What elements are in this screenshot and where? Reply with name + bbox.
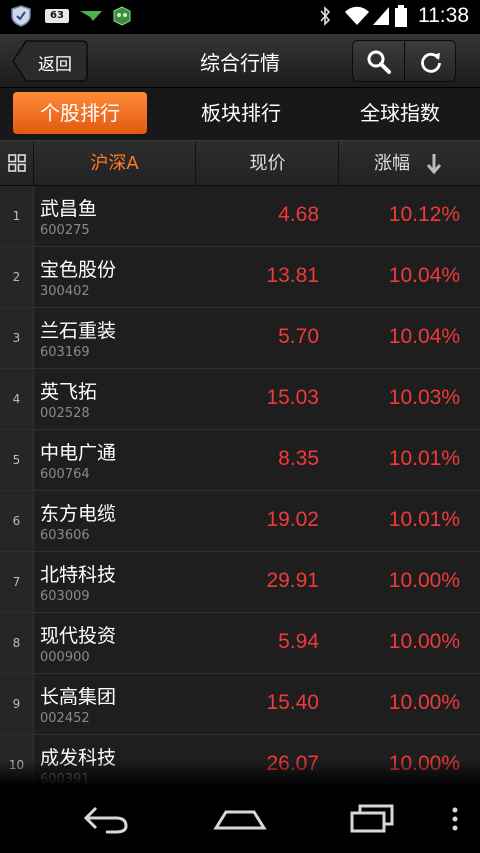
stock-row[interactable]: 2 宝色股份 300402 13.81 10.04% [0,247,480,308]
stock-price: 8.35 [278,447,319,470]
price-column-header[interactable]: 现价 [197,141,339,186]
refresh-icon [421,52,441,73]
stock-price: 5.70 [278,325,319,348]
stock-name: 兰石重装 [40,320,117,342]
stock-row[interactable]: 4 英飞拓 002528 15.03 10.03% [0,369,480,430]
bluetooth-icon [320,6,331,26]
change-column-label: 涨幅 [374,153,410,174]
market-selector[interactable]: 沪深A [34,141,196,186]
stock-row[interactable]: 9 长高集团 002452 15.40 10.00% [0,674,480,735]
stock-change: 10.00% [388,691,460,714]
stock-change: 10.01% [388,447,460,470]
battery-icon [395,5,407,27]
shield-icon [11,5,31,27]
row-index: 1 [0,186,34,246]
stock-code: 002528 [40,406,90,421]
stock-price: 19.02 [266,508,319,531]
search-icon [367,50,391,74]
stock-row[interactable]: 1 武昌鱼 600275 4.68 10.12% [0,186,480,247]
row-index: 6 [0,491,34,551]
search-button[interactable] [353,41,405,81]
row-index: 8 [0,613,34,673]
notification-badge: 63 [45,9,69,23]
wifi-icon [345,6,369,25]
stock-price: 4.68 [278,203,319,226]
stock-name: 长高集团 [40,686,117,708]
nav-menu-icon[interactable] [450,804,460,834]
row-index: 7 [0,552,34,612]
stock-name: 东方电缆 [40,503,117,525]
stock-price: 15.40 [266,691,319,714]
list-fade-overlay [0,760,480,786]
stock-price: 29.91 [266,569,319,592]
row-index: 2 [0,247,34,307]
stock-row[interactable]: 3 兰石重装 603169 5.70 10.04% [0,308,480,369]
stock-name: 宝色股份 [40,259,117,281]
signal-icon [373,7,389,25]
stock-row[interactable]: 7 北特科技 603009 29.91 10.00% [0,552,480,613]
bird-icon [80,11,102,21]
nav-home-icon[interactable] [212,804,268,834]
stock-code: 000900 [40,650,90,665]
tab-bar: 个股排行 板块排行 全球指数 [0,88,480,140]
tab-stock-ranking[interactable]: 个股排行 [13,92,147,134]
stock-price: 13.81 [266,264,319,287]
title-bar: 返回 综合行情 [0,34,480,88]
stock-code: 300402 [40,284,90,299]
stock-row[interactable]: 6 东方电缆 603606 19.02 10.01% [0,491,480,552]
stock-price: 5.94 [278,630,319,653]
stock-change: 10.12% [388,203,460,226]
refresh-button[interactable] [405,41,457,81]
stock-change: 10.01% [388,508,460,531]
stock-code: 002452 [40,711,90,726]
stock-change: 10.03% [388,386,460,409]
status-time: 11:38 [418,4,469,27]
stock-change: 10.04% [388,325,460,348]
stock-code: 600275 [40,223,90,238]
stock-price: 15.03 [266,386,319,409]
status-bar: 63 11:38 [0,0,480,34]
stock-name: 中电广通 [40,442,117,464]
tab-sector-ranking[interactable]: 板块排行 [166,92,316,134]
nav-recent-apps-icon[interactable] [348,804,396,834]
stock-code: 603009 [40,589,90,604]
system-nav-bar [0,786,480,853]
stock-code: 600764 [40,467,90,482]
grid-menu-button[interactable] [0,141,34,186]
stock-name: 北特科技 [40,564,117,586]
row-index: 5 [0,430,34,490]
stock-name: 现代投资 [40,625,117,647]
stock-change: 10.04% [388,264,460,287]
stock-change: 10.00% [388,569,460,592]
tab-global-index[interactable]: 全球指数 [330,92,470,134]
change-column-header[interactable]: 涨幅 [340,141,480,186]
row-index: 9 [0,674,34,734]
stock-change: 10.00% [388,630,460,653]
stock-row[interactable]: 8 现代投资 000900 5.94 10.00% [0,613,480,674]
nav-back-icon[interactable] [80,804,132,834]
sort-down-arrow-icon [426,154,442,175]
stock-code: 603606 [40,528,90,543]
stock-row[interactable]: 5 中电广通 600764 8.35 10.01% [0,430,480,491]
grid-icon [8,154,26,172]
row-index: 3 [0,308,34,368]
toolbar-group [352,40,456,82]
row-index: 4 [0,369,34,429]
stock-code: 603169 [40,345,90,360]
stock-name: 英飞拓 [40,381,98,403]
stock-list: 1 武昌鱼 600275 4.68 10.12% 2 宝色股份 300402 1… [0,186,480,786]
frog-icon [113,6,131,26]
stock-name: 武昌鱼 [40,198,98,220]
column-header: 沪深A 现价 涨幅 [0,140,480,186]
